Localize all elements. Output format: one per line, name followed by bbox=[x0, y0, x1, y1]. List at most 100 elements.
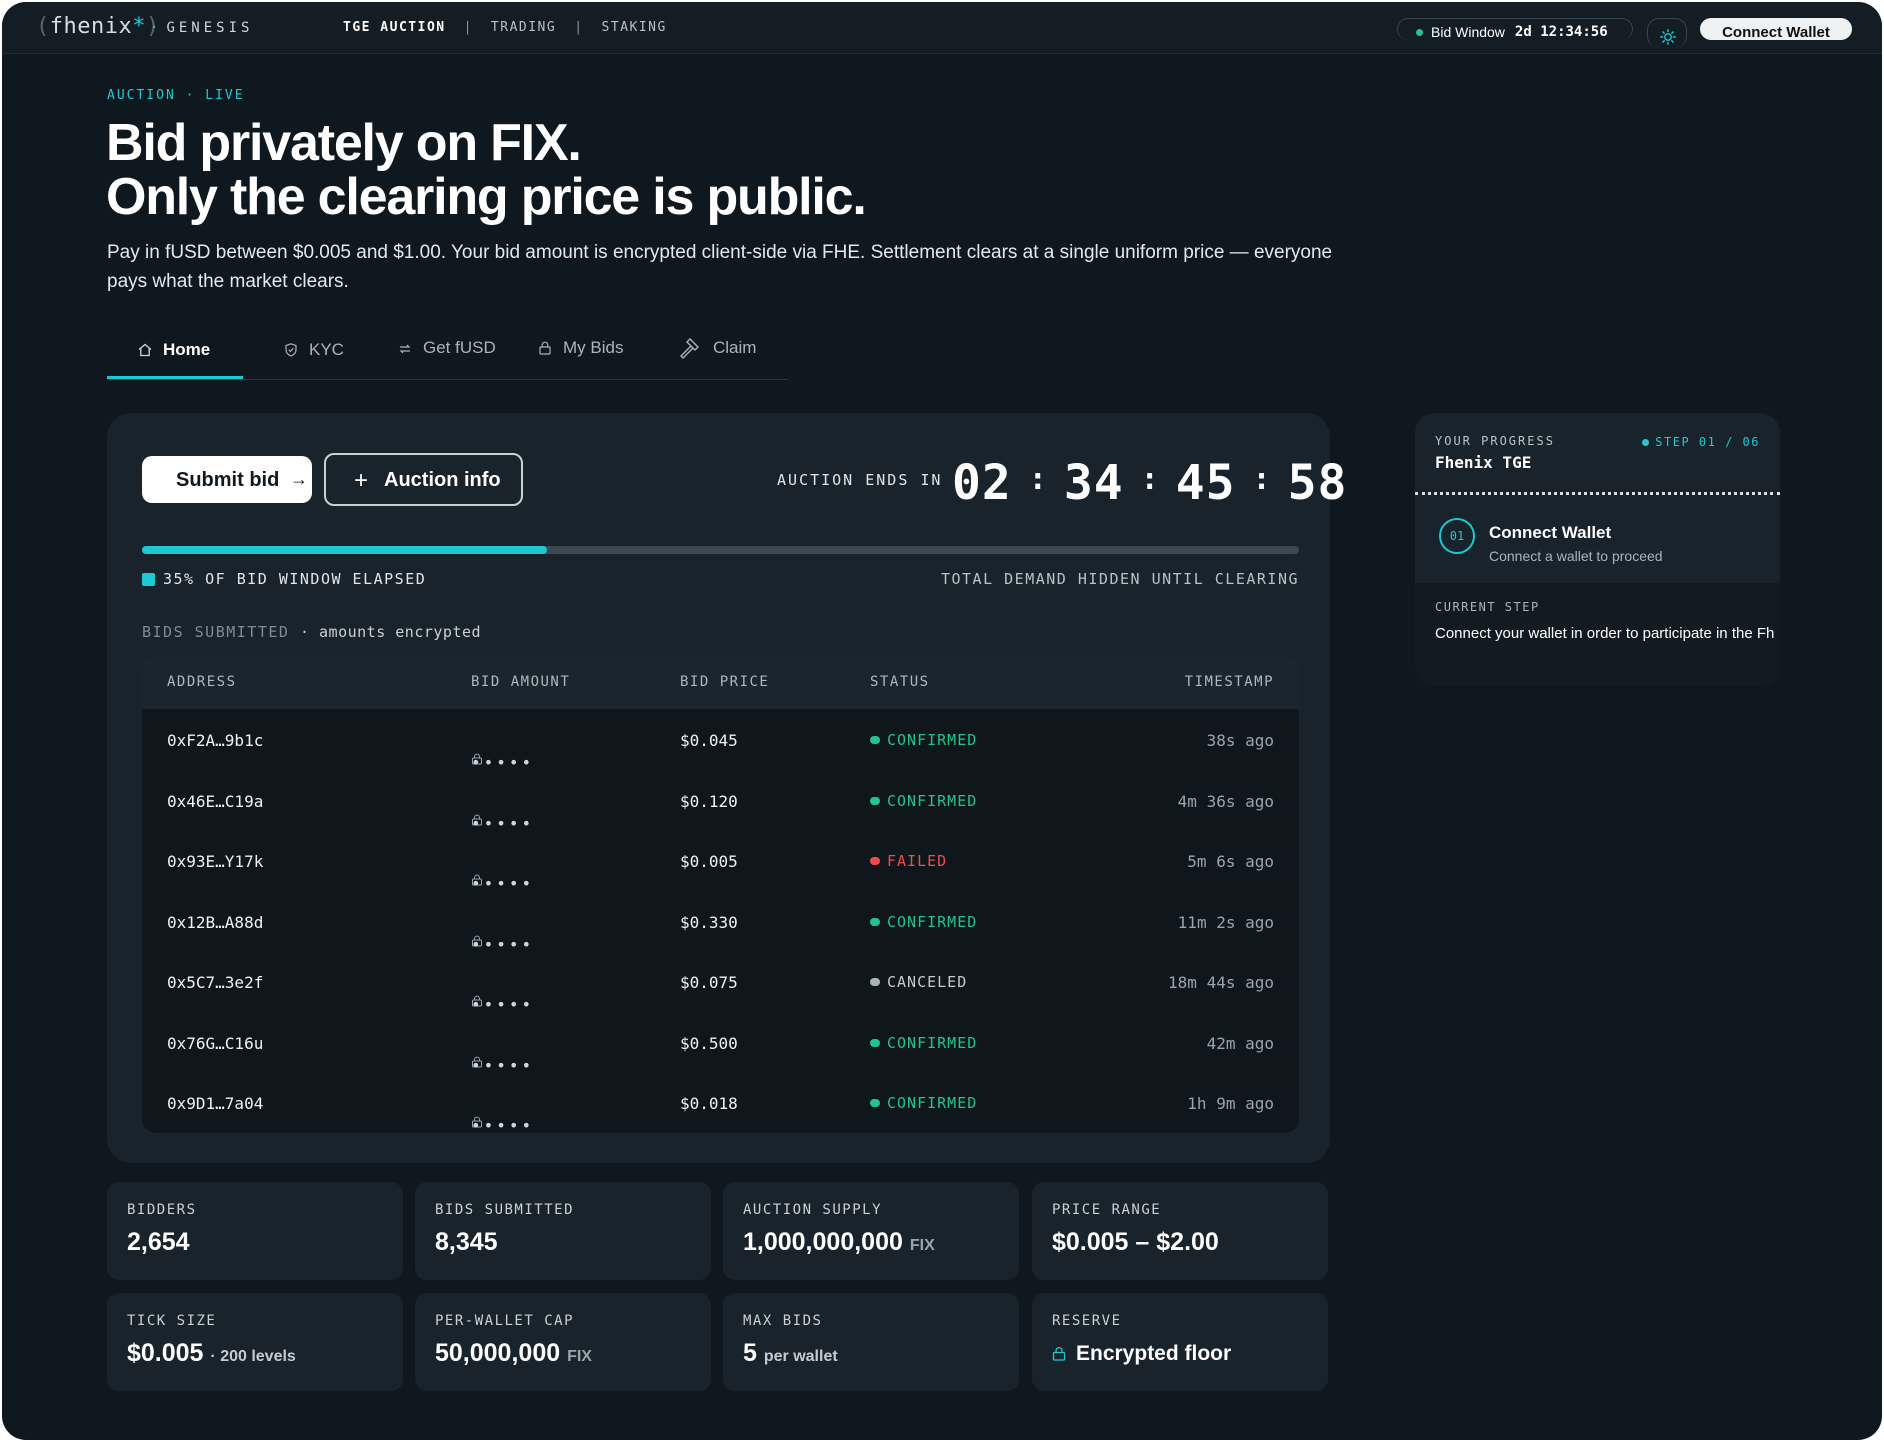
bid-timestamp: 42m ago bbox=[1206, 1033, 1274, 1053]
countdown-days: 02 bbox=[952, 455, 1012, 511]
stat-label: BIDS SUBMITTED bbox=[435, 1202, 575, 1218]
dotted-divider bbox=[1415, 492, 1780, 495]
status-badge: FAILED bbox=[870, 852, 947, 870]
bid-price: $0.330 bbox=[680, 912, 738, 932]
bid-price: $0.075 bbox=[680, 973, 738, 992]
page-title: Bid privately on FIX. Only the clearing … bbox=[106, 114, 867, 226]
bid-timestamp: 18m 44s ago bbox=[1168, 973, 1274, 992]
auction-card: Submit bid → + Auction info AUCTION ENDS… bbox=[107, 413, 1346, 1163]
status-text: CONFIRMED bbox=[887, 1094, 978, 1112]
col-status[interactable]: STATUS bbox=[870, 674, 930, 690]
table-row[interactable]: 0x5C7…3e2f ••••• $0.075 CANCELED 18m 44s ago bbox=[142, 951, 1299, 1014]
connect-wallet-button[interactable]: Connect Wallet bbox=[1700, 18, 1852, 40]
lock-icon bbox=[539, 341, 551, 355]
title-line-1: Bid privately on FIX. bbox=[106, 114, 582, 172]
lock-icon bbox=[1052, 1343, 1066, 1367]
tab-label: KYC bbox=[309, 340, 344, 359]
nav-staking[interactable]: STAKING bbox=[602, 20, 667, 35]
stat-value-text: $0.005 bbox=[127, 1339, 204, 1367]
bid-timestamp: 38s ago bbox=[1206, 731, 1274, 750]
status-text: CANCELED bbox=[887, 973, 968, 991]
col-timestamp[interactable]: TIMESTAMP bbox=[1185, 674, 1274, 690]
col-address[interactable]: ADDRESS bbox=[167, 674, 237, 690]
swap-icon bbox=[399, 344, 411, 354]
countdown-timer: 02 : 34 : 45 : 58 bbox=[952, 455, 1348, 511]
nav-trading[interactable]: TRADING bbox=[491, 20, 556, 35]
progress-label: YOUR PROGRESS bbox=[1435, 434, 1555, 448]
table-row[interactable]: 0x46E…C19a ••••• $0.120 CONFIRMED 4m 36s ago bbox=[142, 770, 1299, 833]
submit-bid-button[interactable]: Submit bid → bbox=[142, 456, 312, 503]
table-row[interactable]: 0xF2A…9b1c ••••• $0.045 CONFIRMED 38s ago bbox=[142, 709, 1299, 772]
stat-reserve: RESERVE Encrypted floor bbox=[1032, 1293, 1328, 1391]
progress-title: Fhenix TGE bbox=[1435, 453, 1532, 472]
progress-fill bbox=[142, 546, 547, 554]
status-text: CONFIRMED bbox=[887, 1033, 978, 1052]
status-badge: CONFIRMED bbox=[870, 1034, 977, 1052]
fhenix-logo[interactable]: (fhenix*) bbox=[36, 14, 160, 39]
bid-window-pill: Bid Window 2d 12:34:56 bbox=[1397, 18, 1633, 40]
top-bar: (fhenix*) · GENESIS TGE AUCTION | TRADING… bbox=[2, 2, 1882, 54]
submit-bid-label: Submit bid bbox=[176, 469, 280, 491]
stat-label: BIDDERS bbox=[127, 1202, 197, 1218]
progress-panel: YOUR PROGRESS Fhenix TGE STEP 01 / 06 01… bbox=[1415, 413, 1780, 686]
tab-kyc[interactable]: KYC bbox=[283, 340, 344, 380]
table-row[interactable]: 0x93E…Y17k ••••• $0.005 FAILED 5m 6s ago bbox=[142, 830, 1299, 893]
stat-label: AUCTION SUPPLY bbox=[743, 1202, 883, 1218]
stat-value: $0.005 – $2.00 bbox=[1052, 1228, 1219, 1257]
tab-home[interactable]: Home bbox=[137, 340, 210, 380]
tab-label: Home bbox=[163, 340, 211, 359]
countdown-hours: 34 bbox=[1063, 455, 1124, 511]
nav-separator: | bbox=[463, 20, 473, 35]
title-line-2: Only the clearing price is public. bbox=[106, 168, 867, 226]
brand-text: GENESIS bbox=[166, 20, 254, 36]
auction-info-button[interactable]: + Auction info bbox=[324, 453, 523, 506]
bid-address[interactable]: 0x93E…Y17k bbox=[167, 852, 263, 871]
status-badge: CANCELED bbox=[870, 973, 967, 991]
bid-address[interactable]: 0x5C7…3e2f bbox=[167, 973, 263, 992]
table-body: 0xF2A…9b1c ••••• $0.045 CONFIRMED 38s ago 0x4… bbox=[142, 709, 1299, 1133]
bid-address[interactable]: 0x9D1…7a04 bbox=[167, 1094, 263, 1113]
stat-value-text: 50,000,000 bbox=[435, 1339, 561, 1367]
stat-value: Encrypted floor bbox=[1052, 1342, 1231, 1367]
table-row[interactable]: 0x12B…A88d ••••• $0.330 CONFIRMED 11m 2s ago bbox=[142, 891, 1299, 954]
step-title[interactable]: Connect Wallet bbox=[1489, 523, 1611, 543]
tab-claim[interactable]: Claim bbox=[677, 338, 756, 378]
step-indicator: STEP 01 / 06 bbox=[1642, 435, 1760, 449]
tab-my-bids[interactable]: My Bids bbox=[537, 338, 623, 378]
shield-icon bbox=[285, 343, 297, 357]
stat-max-bids: MAX BIDS 5 per wallet bbox=[723, 1293, 1019, 1391]
status-text: CONFIRMED bbox=[887, 731, 978, 749]
current-step-box: CURRENT STEP Connect your wallet in orde… bbox=[1415, 583, 1780, 686]
status-dot-icon bbox=[870, 917, 880, 926]
stat-value-text: $0.005 – $2.00 bbox=[1052, 1228, 1219, 1256]
bid-address[interactable]: 0x46E…C19a bbox=[167, 792, 263, 811]
table-row[interactable]: 0x9D1…7a04 ••••• $0.018 CONFIRMED 1h 9m ago bbox=[142, 1072, 1299, 1133]
stat-value: 2,654 bbox=[127, 1228, 190, 1257]
tab-label: Get fUSD bbox=[423, 338, 496, 357]
stat-tick-size: TICK SIZE $0.005 · 200 levels bbox=[107, 1293, 403, 1391]
step-indicator-text: STEP 01 / 06 bbox=[1655, 435, 1760, 449]
main-nav: TGE AUCTION | TRADING | STAKING bbox=[343, 20, 667, 35]
stat-value: 8,345 bbox=[435, 1228, 498, 1257]
nav-tge-auction[interactable]: TGE AUCTION bbox=[343, 20, 446, 35]
status-text: FAILED bbox=[887, 852, 948, 870]
stat-unit: FIX bbox=[567, 1348, 592, 1365]
bid-address[interactable]: 0xF2A…9b1c bbox=[167, 731, 263, 750]
status-badge: CONFIRMED bbox=[870, 913, 977, 931]
col-bid-amount[interactable]: BID AMOUNT bbox=[471, 674, 570, 690]
status-dot-icon bbox=[870, 857, 880, 865]
countdown-minutes: 45 bbox=[1175, 455, 1236, 511]
theme-toggle-button[interactable] bbox=[1647, 18, 1687, 48]
stat-auction-supply: AUCTION SUPPLY 1,000,000,000 FIX bbox=[723, 1182, 1019, 1280]
tab-bar: Home KYC Get fUSD My Bids Claim bbox=[107, 332, 788, 380]
bid-address[interactable]: 0x12B…A88d bbox=[167, 913, 263, 932]
progress-elapsed-label: 35% OF BID WINDOW ELAPSED bbox=[163, 570, 427, 588]
bid-timestamp: 4m 36s ago bbox=[1177, 791, 1274, 811]
col-bid-price[interactable]: BID PRICE bbox=[680, 674, 769, 690]
tab-get-fusd[interactable]: Get fUSD bbox=[397, 338, 496, 378]
table-row[interactable]: 0x76G…C16u ••••• $0.500 CONFIRMED 42m ago bbox=[142, 1012, 1299, 1075]
bid-window-label: Bid Window bbox=[1431, 24, 1505, 40]
bid-price: $0.005 bbox=[680, 852, 738, 871]
step-subtitle: Connect a wallet to proceed bbox=[1489, 548, 1663, 564]
bid-address[interactable]: 0x76G…C16u bbox=[167, 1034, 263, 1053]
